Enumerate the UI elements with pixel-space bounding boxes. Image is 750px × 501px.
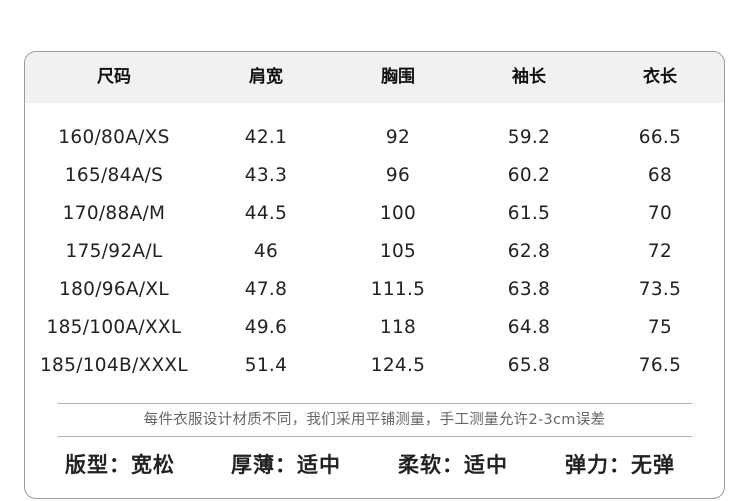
header-size: 尺码 [97,67,131,87]
cell-length: 72 [647,241,673,262]
cell-sleeve-length: 65.8 [507,355,551,376]
table-row: 160/80A/XS 42.1 92 59.2 66.5 [25,119,724,157]
cell-sleeve-length: 59.2 [507,127,551,148]
cell-size: 185/100A/XXL [46,317,182,338]
cell-size: 170/88A/M [62,203,166,224]
table-row: 175/92A/L 46 105 62.8 72 [25,233,724,271]
cell-sleeve-length: 62.8 [507,241,551,262]
header-length: 衣长 [643,67,677,87]
table-row: 185/104B/XXXL 51.4 124.5 65.8 76.5 [25,347,724,385]
cell-length: 66.5 [638,127,682,148]
cell-size: 175/92A/L [65,241,163,262]
cell-length: 70 [647,203,673,224]
property-softness: 柔软：适中 [398,453,508,477]
cell-shoulder-width: 49.6 [244,317,288,338]
cell-chest: 111.5 [370,279,426,300]
table-row: 170/88A/M 44.5 100 61.5 70 [25,195,724,233]
cell-sleeve-length: 64.8 [507,317,551,338]
cell-length: 73.5 [638,279,682,300]
cell-shoulder-width: 46 [253,241,279,262]
cell-length: 68 [647,165,673,186]
cell-shoulder-width: 47.8 [244,279,288,300]
cell-shoulder-width: 42.1 [244,127,288,148]
property-fit: 版型：宽松 [65,453,175,477]
table-row: 185/100A/XXL 49.6 118 64.8 75 [25,309,724,347]
property-thickness: 厚薄：适中 [231,453,341,477]
cell-chest: 100 [379,203,417,224]
header-shoulder-width: 肩宽 [249,67,283,87]
cell-chest: 105 [379,241,417,262]
cell-sleeve-length: 61.5 [507,203,551,224]
size-chart-card: 尺码 肩宽 胸围 袖长 衣长 160/80A/XS 42.1 92 59.2 6… [24,51,725,499]
table-header: 尺码 肩宽 胸围 袖长 衣长 [25,52,724,103]
header-chest: 胸围 [381,67,415,87]
table-row: 180/96A/XL 47.8 111.5 63.8 73.5 [25,271,724,309]
cell-size: 185/104B/XXXL [39,355,189,376]
table-row: 165/84A/S 43.3 96 60.2 68 [25,157,724,195]
property-elasticity: 弹力：无弹 [565,453,675,477]
header-sleeve-length: 袖长 [512,67,546,87]
cell-chest: 118 [379,317,417,338]
cell-chest: 124.5 [370,355,426,376]
measurement-note: 每件衣服设计材质不同，我们采用平铺测量，手工测量允许2-3cm误差 [143,412,606,428]
fabric-properties: 版型：宽松 厚薄：适中 柔软：适中 弹力：无弹 [25,448,724,482]
cell-shoulder-width: 44.5 [244,203,288,224]
cell-chest: 92 [385,127,411,148]
cell-sleeve-length: 60.2 [507,165,551,186]
divider-bottom [58,436,692,437]
cell-shoulder-width: 43.3 [244,165,288,186]
cell-size: 165/84A/S [64,165,164,186]
cell-length: 76.5 [638,355,682,376]
cell-size: 160/80A/XS [58,127,170,148]
cell-length: 75 [647,317,673,338]
cell-sleeve-length: 63.8 [507,279,551,300]
divider-top [58,403,692,404]
cell-size: 180/96A/XL [59,279,169,300]
cell-chest: 96 [385,165,411,186]
cell-shoulder-width: 51.4 [244,355,288,376]
